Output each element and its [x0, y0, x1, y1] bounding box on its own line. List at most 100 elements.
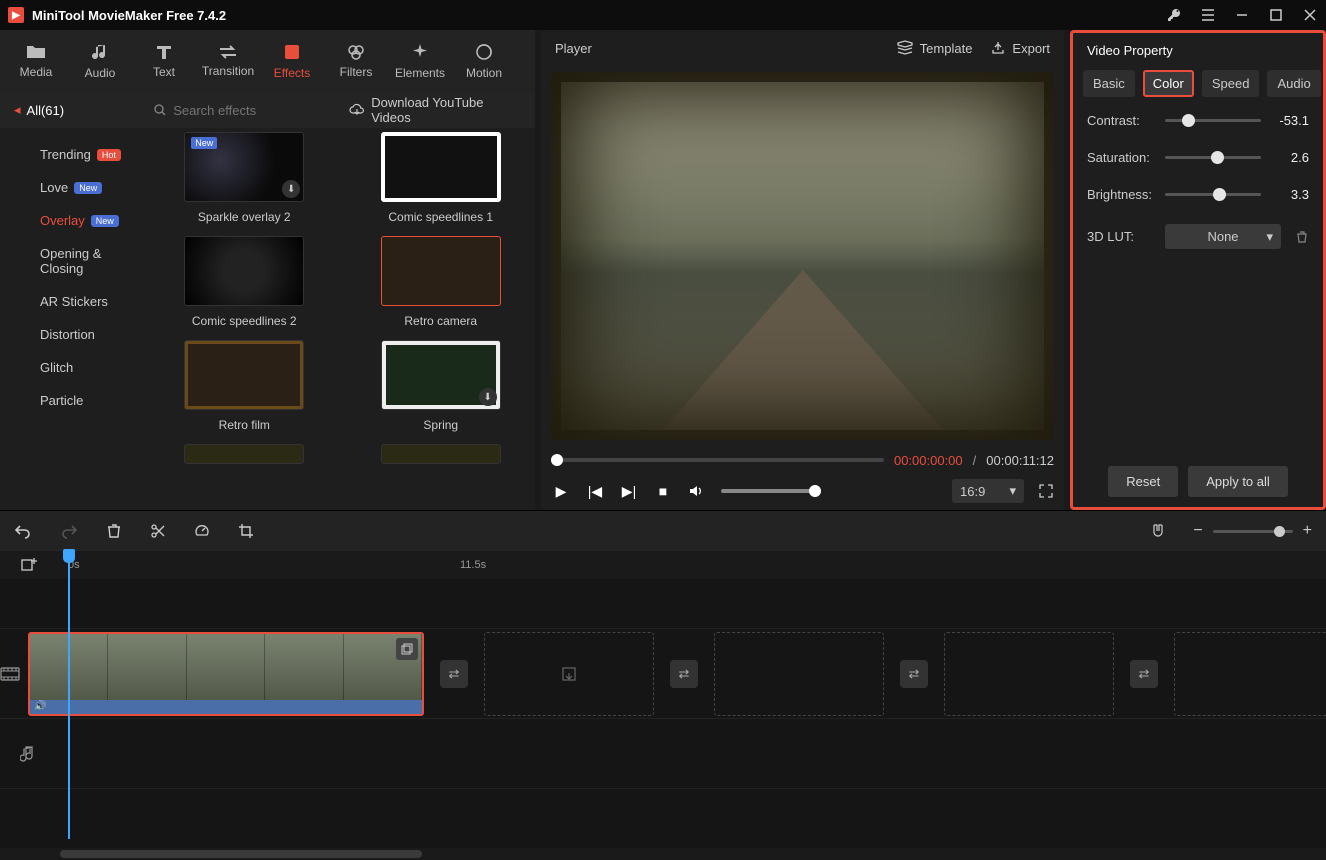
saturation-slider[interactable]	[1165, 156, 1261, 159]
trash-icon[interactable]	[1295, 230, 1309, 244]
timeline-ruler[interactable]: 0s11.5s	[0, 551, 1326, 579]
effect-label: Retro camera	[404, 314, 477, 328]
search-icon	[153, 103, 167, 117]
empty-clip-slot[interactable]	[944, 632, 1114, 716]
download-youtube-link[interactable]: Download YouTube Videos	[349, 95, 535, 125]
clip-layers-icon[interactable]	[396, 638, 418, 660]
category-overlay[interactable]: Overlay New	[0, 204, 150, 237]
effect-label: Retro film	[219, 418, 270, 432]
category-glitch[interactable]: Glitch	[0, 351, 150, 384]
property-tab-speed[interactable]: Speed	[1202, 70, 1260, 97]
category-ar-stickers[interactable]: AR Stickers	[0, 285, 150, 318]
effect-thumb: New⬇	[184, 132, 304, 202]
folder-icon	[25, 43, 47, 61]
timeline-scrollbar[interactable]	[0, 848, 1326, 860]
volume-slider[interactable]	[721, 489, 821, 493]
tab-text[interactable]: Text	[132, 32, 196, 90]
redo-icon[interactable]	[60, 523, 78, 539]
ruler-mark: 11.5s	[460, 559, 486, 571]
fx-icon	[282, 42, 302, 62]
aspect-ratio-select[interactable]: 16:9▾	[952, 479, 1024, 503]
main-toolbar: MediaAudioTextTransitionEffectsFiltersEl…	[0, 30, 535, 92]
category-trending[interactable]: Trending Hot	[0, 138, 150, 171]
play-icon[interactable]: ▶	[551, 483, 571, 500]
effect-thumb	[381, 236, 501, 306]
add-track-icon[interactable]	[20, 556, 38, 574]
category-all[interactable]: ◂All(61)	[0, 102, 147, 118]
search-wrap	[147, 103, 349, 118]
search-input[interactable]	[173, 103, 349, 118]
effect-thumb	[381, 132, 501, 202]
library-panel: MediaAudioTextTransitionEffectsFiltersEl…	[0, 30, 535, 510]
zoom-slider[interactable]	[1213, 530, 1293, 533]
tab-audio[interactable]: Audio	[68, 32, 132, 90]
effect-card[interactable]: Retro camera	[357, 236, 526, 328]
category-particle[interactable]: Particle	[0, 384, 150, 417]
seek-bar[interactable]	[551, 458, 884, 462]
fullscreen-icon[interactable]	[1038, 483, 1054, 499]
saturation-label: Saturation:	[1087, 150, 1157, 165]
crop-icon[interactable]	[238, 523, 254, 539]
playhead[interactable]	[68, 551, 70, 839]
property-tab-audio[interactable]: Audio	[1267, 70, 1320, 97]
export-button[interactable]: Export	[990, 40, 1050, 56]
undo-icon[interactable]	[14, 523, 32, 539]
close-icon[interactable]	[1302, 7, 1318, 23]
zoom-in-icon[interactable]: +	[1303, 522, 1312, 540]
maximize-icon[interactable]	[1268, 7, 1284, 23]
brightness-slider[interactable]	[1165, 193, 1261, 196]
key-icon[interactable]	[1166, 7, 1182, 23]
effect-thumb: ⬇	[381, 340, 501, 410]
stop-icon[interactable]: ■	[653, 483, 673, 499]
category-love[interactable]: Love New	[0, 171, 150, 204]
effect-card[interactable]: New⬇Sparkle overlay 2	[160, 132, 329, 224]
effects-header: ◂All(61) Download YouTube Videos	[0, 92, 535, 128]
magnet-icon[interactable]	[1151, 523, 1165, 539]
tab-media[interactable]: Media	[4, 32, 68, 90]
transition-slot-icon[interactable]: ⇄	[670, 660, 698, 688]
empty-clip-slot[interactable]	[1174, 632, 1326, 716]
zoom-out-icon[interactable]: −	[1193, 522, 1202, 540]
empty-clip-slot[interactable]	[714, 632, 884, 716]
export-icon	[990, 40, 1006, 56]
text-track[interactable]	[0, 579, 1326, 629]
speed-icon[interactable]	[194, 523, 210, 539]
split-icon[interactable]	[150, 523, 166, 539]
minimize-icon[interactable]	[1234, 7, 1250, 23]
effect-card[interactable]: Comic speedlines 2	[160, 236, 329, 328]
empty-clip-slot[interactable]	[484, 632, 654, 716]
apply-all-button[interactable]: Apply to all	[1188, 466, 1288, 497]
app-logo: ▶	[8, 7, 24, 23]
preview-area	[551, 72, 1054, 440]
tab-transition[interactable]: Transition	[196, 32, 260, 90]
video-clip[interactable]: 🔊	[28, 632, 424, 716]
tab-elements[interactable]: Elements	[388, 32, 452, 90]
effect-card[interactable]: Retro film	[160, 340, 329, 432]
property-title: Video Property	[1073, 33, 1323, 64]
tab-effects[interactable]: Effects	[260, 32, 324, 90]
property-tab-basic[interactable]: Basic	[1083, 70, 1135, 97]
title-bar: ▶ MiniTool MovieMaker Free 7.4.2	[0, 0, 1326, 30]
volume-icon[interactable]	[687, 483, 707, 499]
tab-motion[interactable]: Motion	[452, 32, 516, 90]
lut-select[interactable]: None▾	[1165, 224, 1281, 249]
category-distortion[interactable]: Distortion	[0, 318, 150, 351]
category-opening-closing[interactable]: Opening & Closing	[0, 237, 150, 285]
delete-icon[interactable]	[106, 523, 122, 539]
effect-card[interactable]: ⬇Spring	[357, 340, 526, 432]
video-track[interactable]: 🔊 ⇄ ⇄ ⇄ ⇄	[0, 629, 1326, 719]
contrast-slider[interactable]	[1165, 119, 1261, 122]
menu-icon[interactable]	[1200, 7, 1216, 23]
tab-filters[interactable]: Filters	[324, 32, 388, 90]
transition-slot-icon[interactable]: ⇄	[440, 660, 468, 688]
effect-card[interactable]: Comic speedlines 1	[357, 132, 526, 224]
property-tab-color[interactable]: Color	[1143, 70, 1194, 97]
prev-frame-icon[interactable]: |◀	[585, 483, 605, 500]
template-button[interactable]: Template	[896, 40, 973, 56]
transition-slot-icon[interactable]: ⇄	[1130, 660, 1158, 688]
audio-track[interactable]	[0, 719, 1326, 789]
reset-button[interactable]: Reset	[1108, 466, 1178, 497]
next-frame-icon[interactable]: ▶|	[619, 483, 639, 500]
app-title: MiniTool MovieMaker Free 7.4.2	[32, 8, 1166, 23]
transition-slot-icon[interactable]: ⇄	[900, 660, 928, 688]
